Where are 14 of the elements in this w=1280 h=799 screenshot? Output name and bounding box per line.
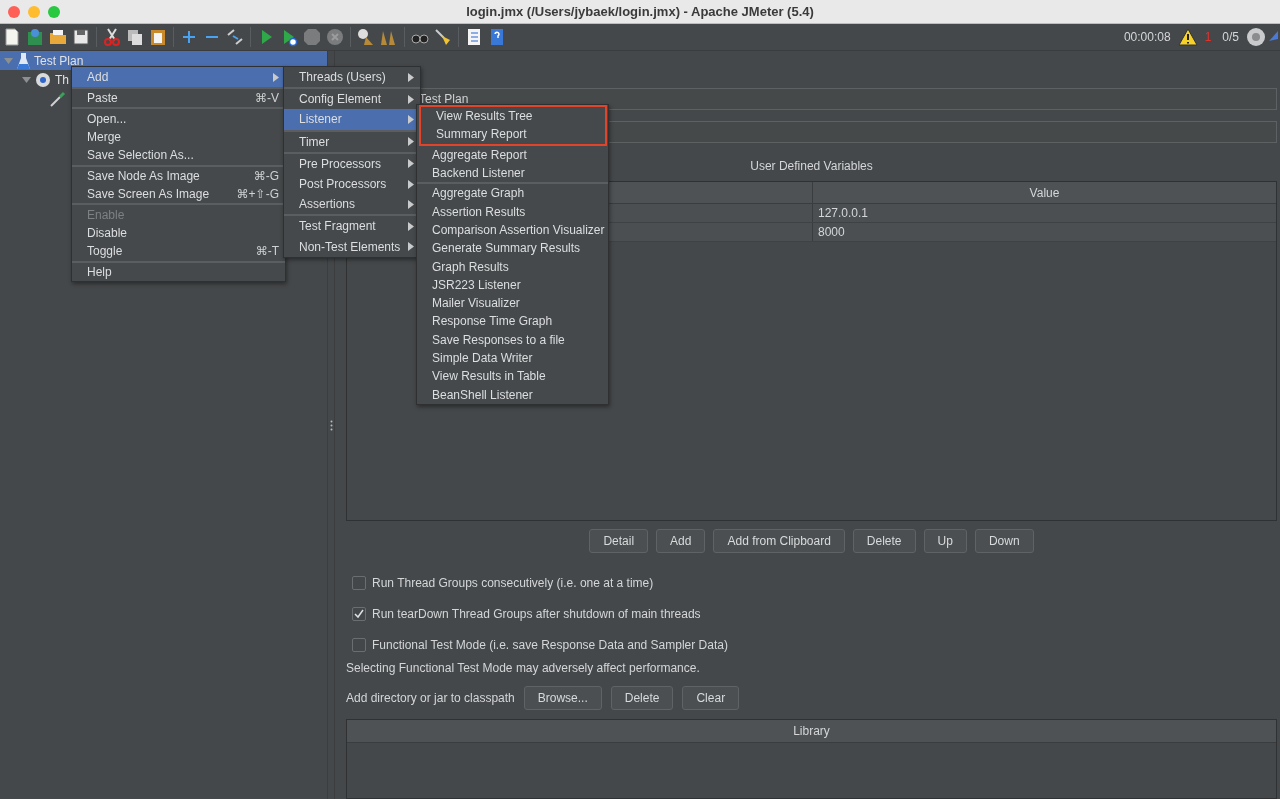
thread-count: 0/5 bbox=[1222, 30, 1239, 44]
table-cell: 127.0.0.1 bbox=[812, 204, 1276, 222]
tree-item-label: Th bbox=[55, 72, 69, 87]
checkbox-label: Run tearDown Thread Groups after shutdown of main threads bbox=[372, 606, 701, 621]
checkbox-label: Run Thread Groups consecutively (i.e. one at a time) bbox=[372, 575, 654, 590]
elapsed-time: 00:00:08 bbox=[1123, 30, 1171, 44]
table-cell: 8000 bbox=[812, 223, 1276, 241]
note-text: Selecting Functional Test Mode may adversely affect performance. bbox=[346, 660, 701, 677]
window-title: login.jmx (/Users/jybaek/login.jmx) - Apache JMeter (5.4) bbox=[466, 4, 814, 19]
checkbox-label: Functional Test Mode (i.e. save Response Data and Sampler Data) bbox=[372, 637, 728, 652]
tree-item-label: Test Plan bbox=[34, 53, 84, 68]
warning-count: 1 bbox=[1204, 30, 1212, 44]
classpath-label: Add directory or jar to classpath bbox=[346, 691, 515, 705]
section-title: User Defined Variables bbox=[750, 159, 873, 173]
